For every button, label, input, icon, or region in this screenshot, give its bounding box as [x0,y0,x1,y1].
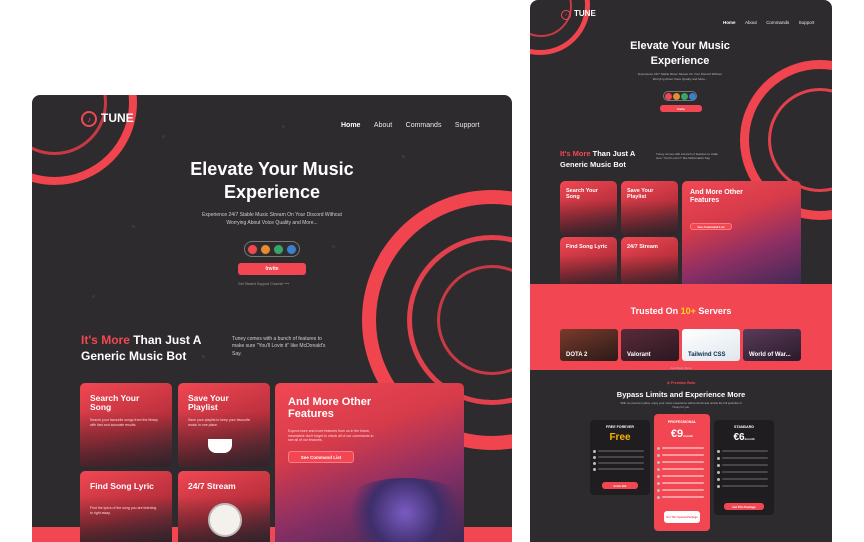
nav-home[interactable]: Home [723,20,736,25]
feature-card-stream[interactable]: 24/7 Stream [178,471,270,542]
server-card-tailwind[interactable]: Tailwind CSS [682,329,740,361]
invite-button[interactable]: Invite [660,105,702,112]
server-card-wow[interactable]: World of War... [743,329,801,361]
avatar [673,93,680,100]
avatar [260,244,271,255]
get-package-button[interactable]: Get This Package [724,503,764,510]
avatar [681,93,688,100]
nav-support[interactable]: Support [799,20,815,25]
nav-support[interactable]: Support [455,122,480,129]
feature-card-more[interactable]: And More Other Features Expect more and … [275,383,464,542]
card-title: And More Other Features [690,189,743,204]
nav-commands[interactable]: Commands [406,122,442,129]
trusted-footnote: And Many More [670,366,692,370]
card-title: 24/7 Stream [188,481,236,491]
full-page-preview: ♪ TUNE Home About Commands Support Eleva… [530,0,832,542]
support-link[interactable]: Get Started Support Channel ⟶ [238,282,318,286]
card-title: Save Your Playlist [188,393,229,413]
plan-card-professional: PROFESSIONAL €9/month Get This Special P… [654,414,710,531]
card-title: Find Song Lyric [566,244,608,250]
brand-name[interactable]: TUNE [574,9,596,18]
bg-dot [402,155,405,158]
logo-icon[interactable]: ♪ [81,111,97,127]
turntable-image [335,478,464,542]
card-title: Search Your Song [90,393,140,413]
plan-card-standard: STANDARD €6/month Get This Package [714,420,774,515]
card-desc: Save your playlist to keep your favourit… [188,418,251,427]
invite-bot-button[interactable]: Invite Bot [602,482,638,489]
hero-title: Elevate Your Music Experience [630,40,730,67]
card-desc: Expect more and more features from us in… [288,429,374,443]
nav-about[interactable]: About [745,20,757,25]
main-nav: Home About Commands Support [718,11,814,29]
feature-card-search[interactable]: Search Your Song [560,181,617,235]
bg-dot [282,125,285,128]
avatar [665,93,672,100]
nav-home[interactable]: Home [341,122,360,129]
feature-card-lyric[interactable]: Find Song Lyric Find the lyrics of the s… [80,471,172,542]
avatar [273,244,284,255]
intro-heading: It's More Than Just A Generic Music Bot [560,149,636,169]
nav-commands[interactable]: Commands [766,20,789,25]
premium-subtitle: With our premium plans, enjoy your music… [620,401,742,409]
bg-dot [162,135,165,138]
card-title: 24/7 Stream [627,244,658,250]
feature-card-more[interactable]: And More Other Features See Command List [682,181,801,288]
card-desc: Find the lyrics of the song you are list… [90,506,157,515]
premium-title: Bypass Limits and Experience More [616,390,746,399]
intro-body: Tuney comes with a bunch of features to … [232,336,326,357]
arrow-right-icon: ⟶ [284,282,290,286]
hero-subtitle: Experience 24/7 Stable Music Stream On Y… [638,72,722,81]
card-title: Save Your Playlist [627,188,654,201]
nav-about[interactable]: About [374,122,392,129]
crown-icon: ♔ [666,381,670,385]
feature-card-playlist[interactable]: Save Your Playlist Save your playlist to… [178,383,270,467]
server-card-dota[interactable]: DOTA 2 [560,329,618,361]
bg-dot [92,295,95,298]
premium-badge: ♔ Premium Bots [666,381,696,385]
feature-card-stream[interactable]: 24/7 Stream [621,237,678,288]
bg-dot [132,225,135,228]
hero-title: Elevate Your Music Experience [190,159,354,203]
trusted-title: Trusted On 10+ Servers [630,306,732,316]
get-special-package-button[interactable]: Get This Special Package [664,511,700,523]
intro-heading: It's More Than Just A Generic Music Bot [81,333,202,364]
invite-button[interactable]: Invite [238,263,306,275]
card-title: Find Song Lyric [90,481,154,491]
main-nav: Home About Commands Support [332,114,479,132]
feature-card-lyric[interactable]: Find Song Lyric [560,237,617,288]
intro-body: Tuney comes with a bunch of features to … [656,152,719,161]
avatar-group [663,91,697,101]
desktop-preview: ♪ TUNE Home About Commands Support Eleva… [32,95,512,542]
avatar [247,244,258,255]
trusted-section: Trusted On 10+ Servers DOTA 2 Valorant T… [530,284,832,370]
plan-card-free: FREE FOREVER Free Invite Bot [590,420,650,495]
brand-name[interactable]: TUNE [101,111,134,125]
card-title: And More Other Features [288,396,372,421]
card-title: Search Your Song [566,188,598,201]
feature-card-search[interactable]: Search Your Song Search your favourite s… [80,383,172,467]
bg-dot [332,245,335,248]
server-card-valorant[interactable]: Valorant [621,329,679,361]
coffee-cup-icon [208,439,232,453]
card-desc: Search your favourite songs from the lib… [90,418,158,427]
hero-subtitle: Experience 24/7 Stable Music Stream On Y… [202,212,342,226]
avatar-group [244,241,300,257]
see-command-list-button[interactable]: See Command List [288,451,354,463]
avatar [286,244,297,255]
feature-card-playlist[interactable]: Save Your Playlist [621,181,678,235]
avatar [689,93,696,100]
logo-icon[interactable]: ♪ [561,10,571,20]
alarm-clock-icon [208,503,242,537]
see-command-list-button[interactable]: See Command List [690,223,732,230]
